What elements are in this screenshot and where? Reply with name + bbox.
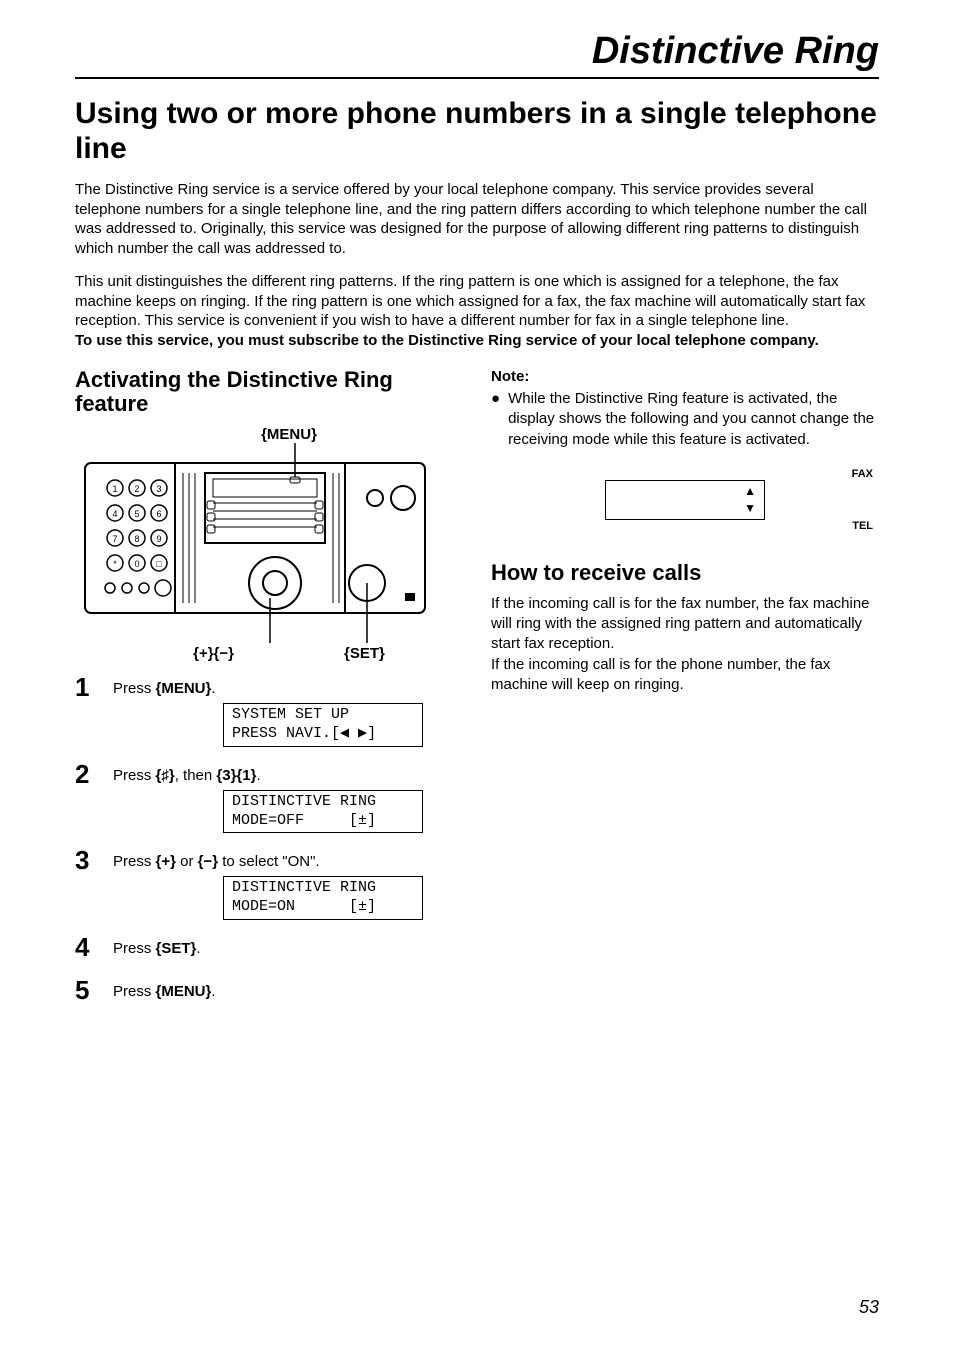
t: . (196, 940, 200, 957)
key: {SET} (156, 940, 197, 957)
note-heading: Note: (491, 368, 879, 385)
step-num: 1 (75, 674, 97, 700)
arrow-down-icon: ▼ (744, 502, 756, 514)
divider (75, 77, 879, 79)
svg-text:5: 5 (134, 509, 139, 519)
right-column: Note: ● While the Distinctive Ring featu… (491, 368, 879, 1020)
svg-text:8: 8 (134, 534, 139, 544)
left-column: Activating the Distinctive Ring feature … (75, 368, 463, 1020)
t: Press (113, 983, 156, 1000)
mode-box: ▲ ▼ (605, 480, 765, 520)
intro-para-2-text: This unit distinguishes the different ri… (75, 273, 865, 329)
step-4: 4 Press {SET}. (75, 934, 463, 963)
lcd-display: DISTINCTIVE RINGMODE=OFF [±] (223, 790, 423, 834)
t: . (211, 983, 215, 1000)
step-num: 2 (75, 761, 97, 787)
receive-text: If the incoming call is for the fax numb… (491, 594, 879, 695)
device-diagram: {MENU} 1 2 3 4 5 6 7 8 9 * 0 □ (75, 426, 463, 662)
key: {MENU} (156, 983, 212, 1000)
svg-text:3: 3 (156, 484, 161, 494)
t: . (211, 680, 215, 697)
bullet-icon: ● (491, 389, 500, 450)
menu-label: {MENU} (261, 426, 317, 443)
page-header: Distinctive Ring (75, 30, 879, 73)
key: {MENU} (156, 680, 212, 697)
t: . (256, 767, 260, 784)
receive-heading: How to receive calls (491, 560, 879, 586)
t: Press (113, 940, 156, 957)
svg-text:□: □ (156, 559, 162, 569)
fax-machine-diagram: 1 2 3 4 5 6 7 8 9 * 0 □ (75, 443, 435, 643)
step-1: 1 Press {MENU}. SYSTEM SET UPPRESS NAVI.… (75, 674, 463, 747)
mode-indicator: FAX ▲ ▼ TEL (491, 468, 879, 532)
t: Press (113, 680, 156, 697)
svg-text:9: 9 (156, 534, 161, 544)
step-num: 3 (75, 847, 97, 873)
step-list: 1 Press {MENU}. SYSTEM SET UPPRESS NAVI.… (75, 674, 463, 1006)
svg-text:2: 2 (134, 484, 139, 494)
note-body: ● While the Distinctive Ring feature is … (491, 389, 879, 450)
lcd-display: DISTINCTIVE RINGMODE=ON [±] (223, 876, 423, 920)
t: Press (113, 853, 156, 870)
svg-text:7: 7 (112, 534, 117, 544)
intro-para-2: This unit distinguishes the different ri… (75, 272, 879, 350)
svg-text:6: 6 (156, 509, 161, 519)
step-text: Press {MENU}. (113, 680, 463, 697)
step-num: 5 (75, 977, 97, 1003)
note-text: While the Distinctive Ring feature is ac… (508, 389, 879, 450)
page-number: 53 (859, 1297, 879, 1318)
t: , then (175, 767, 217, 784)
arrow-up-icon: ▲ (744, 485, 756, 497)
t: to select "ON". (218, 853, 320, 870)
fax-label: FAX (852, 468, 873, 480)
set-label: {SET} (344, 645, 385, 662)
svg-text:0: 0 (134, 559, 139, 569)
main-heading: Using two or more phone numbers in a sin… (75, 97, 879, 166)
step-3: 3 Press {+} or {−} to select "ON". DISTI… (75, 847, 463, 920)
intro-para-2-bold: To use this service, you must subscribe … (75, 332, 819, 349)
step-text: Press {MENU}. (113, 983, 463, 1000)
svg-text:4: 4 (112, 509, 117, 519)
lcd-display: SYSTEM SET UPPRESS NAVI.[◀ ▶] (223, 703, 423, 747)
step-5: 5 Press {MENU}. (75, 977, 463, 1006)
step-2: 2 Press {♯}, then {3}{1}. DISTINCTIVE RI… (75, 761, 463, 834)
intro-para-1: The Distinctive Ring service is a servic… (75, 180, 879, 258)
step-text: Press {+} or {−} to select "ON". (113, 853, 463, 870)
step-text: Press {SET}. (113, 940, 463, 957)
svg-text:1: 1 (112, 484, 117, 494)
key: {+} (156, 853, 176, 870)
activating-heading: Activating the Distinctive Ring feature (75, 368, 463, 416)
key: {−} (198, 853, 218, 870)
tel-label: TEL (852, 520, 873, 532)
key: {3}{1} (216, 767, 256, 784)
step-num: 4 (75, 934, 97, 960)
t: Press (113, 767, 156, 784)
t: or (176, 853, 198, 870)
svg-text:*: * (113, 559, 117, 569)
key: {♯} (156, 767, 175, 784)
step-text: Press {♯}, then {3}{1}. (113, 767, 463, 784)
plus-minus-label: {+}{−} (193, 645, 234, 662)
